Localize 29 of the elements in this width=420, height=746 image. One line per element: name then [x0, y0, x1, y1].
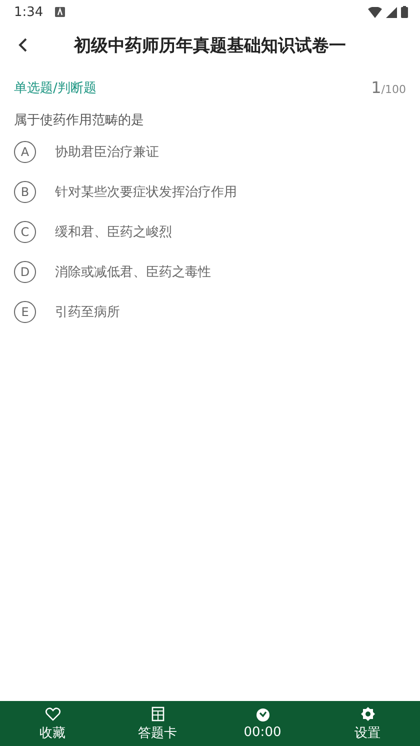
battery-icon [401, 6, 408, 18]
signal-icon [386, 6, 397, 18]
grid-icon [150, 706, 166, 722]
clock-icon [254, 707, 270, 723]
heart-icon [44, 706, 60, 722]
option-text[interactable]: 针对某些次要症状发挥治疗作用 [55, 183, 237, 201]
option-text[interactable]: 协助君臣治疗兼证 [55, 143, 159, 161]
nav-tab[interactable]: 答题卡 [105, 701, 210, 746]
nav-tab[interactable]: 设置 [315, 701, 420, 746]
nav-tab[interactable]: 收藏 [0, 701, 105, 746]
option-text[interactable]: 缓和君、臣药之峻烈 [55, 223, 172, 241]
option-text[interactable]: 消除或减低君、臣药之毒性 [55, 263, 211, 281]
notification-icon [55, 7, 66, 17]
option-letter[interactable]: E [14, 301, 36, 323]
back-icon[interactable] [18, 37, 28, 53]
option-text[interactable]: 引药至病所 [55, 303, 120, 321]
status-time: 1:34 [14, 4, 44, 20]
option-letter[interactable]: B [14, 181, 36, 203]
wifi-icon [368, 6, 382, 18]
question-number: 1 [371, 78, 382, 97]
page-title: 初级中药师历年真题基础知识试卷一 [72, 34, 347, 56]
option-letter[interactable]: A [14, 141, 36, 163]
nav-tab[interactable]: 00:00 [210, 701, 315, 746]
option-letter[interactable]: C [14, 221, 36, 243]
option-letter[interactable]: D [14, 261, 36, 283]
question-type: 单选题/判断题 [14, 80, 96, 97]
settings-icon [360, 706, 376, 722]
question-text: 属于使药作用范畴的是 [13, 112, 145, 129]
question-total: /100 [381, 83, 406, 96]
